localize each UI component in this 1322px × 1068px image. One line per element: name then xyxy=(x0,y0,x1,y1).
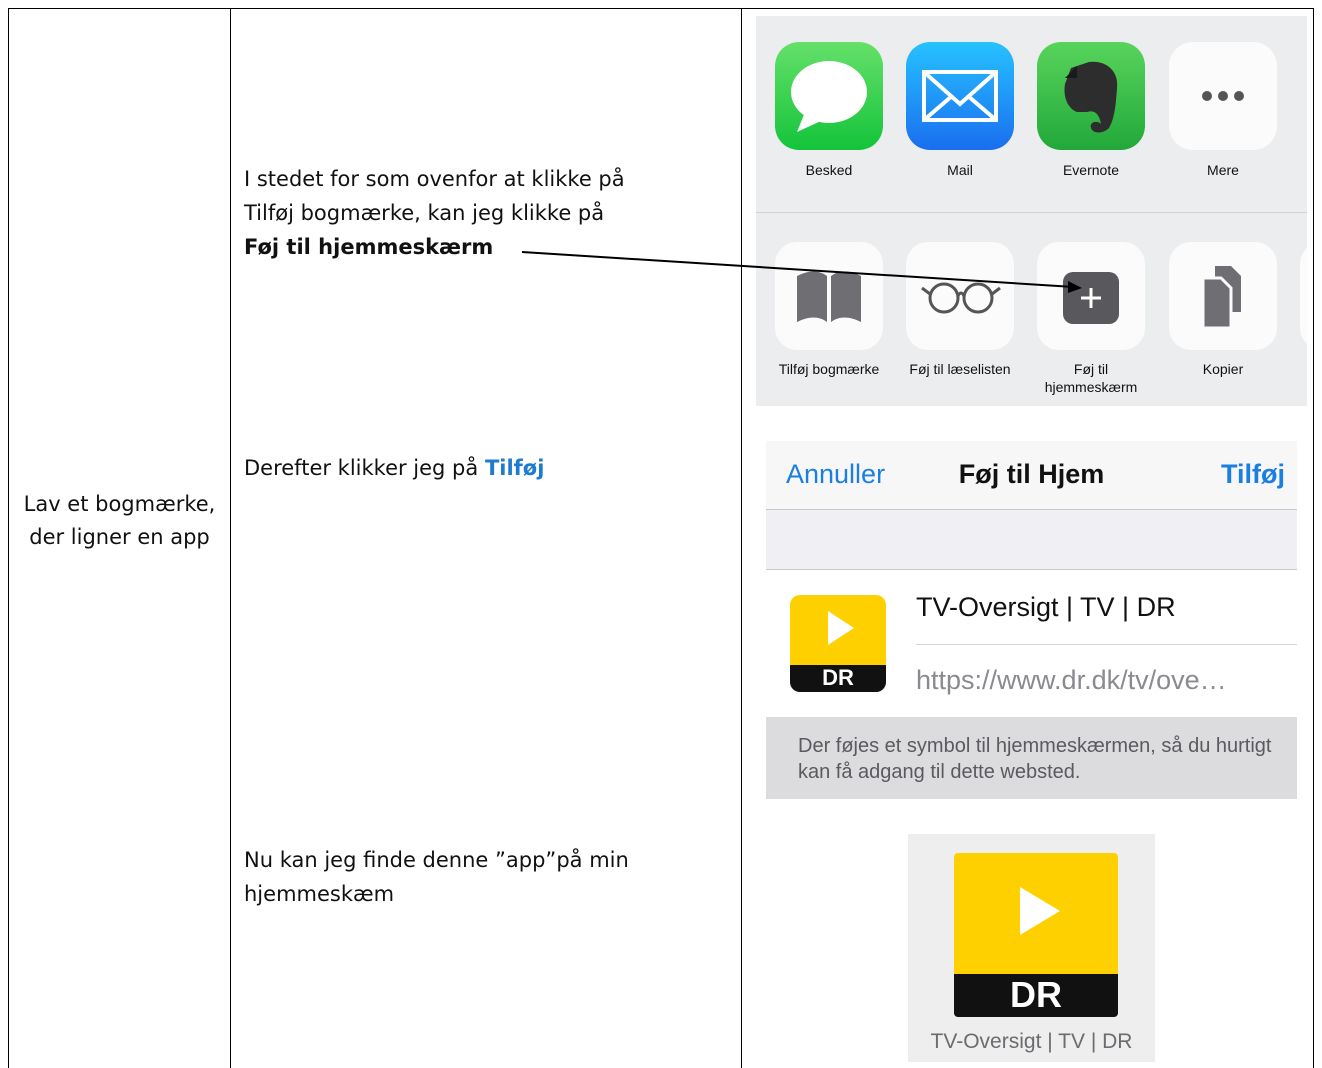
home-icon-caption: TV-Oversigt | TV | DR xyxy=(930,1030,1133,1053)
dialog-navbar: Føj til Hjem Annuller Tilføj xyxy=(766,441,1297,510)
card-separator xyxy=(916,644,1297,645)
add-button[interactable]: Tilføj xyxy=(1221,459,1285,490)
site-url: https://www.dr.dk/tv/ove… xyxy=(916,665,1227,695)
site-card: DR TV-Oversigt | TV | DR https://www.dr.… xyxy=(766,570,1297,717)
info-footer: Der føjes et symbol til hjemmeskærmen, s… xyxy=(766,717,1297,799)
home-screen-icon-panel: DR TV-Oversigt | TV | DR xyxy=(908,834,1155,1062)
info-text: Der føjes et symbol til hjemmeskærmen, s… xyxy=(798,735,1272,783)
dr-home-logo-text: DR xyxy=(1010,974,1062,1015)
add-to-home-dialog: Føj til Hjem Annuller Tilføj DR TV-Overs… xyxy=(766,441,1297,799)
dr-logo-text: DR xyxy=(822,665,854,690)
dialog-spacer xyxy=(766,510,1297,570)
dr-home-icon[interactable]: DR xyxy=(954,853,1118,1017)
site-name-field[interactable]: TV-Oversigt | TV | DR xyxy=(916,592,1176,623)
dr-logo-icon: DR xyxy=(790,595,886,692)
cancel-button[interactable]: Annuller xyxy=(786,459,885,490)
